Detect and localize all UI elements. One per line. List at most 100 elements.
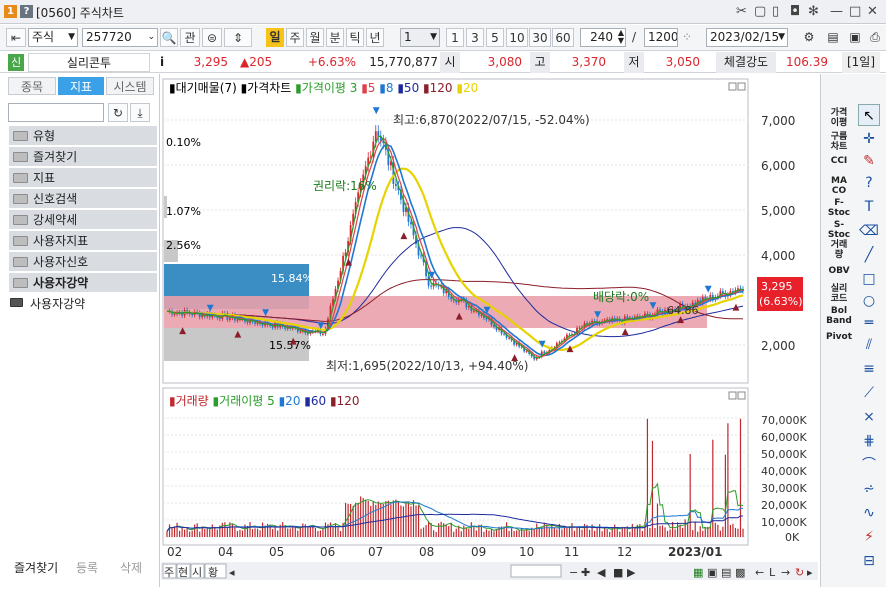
square-tool-icon[interactable]: □	[858, 268, 880, 290]
search-icon[interactable]: 🔍	[160, 28, 178, 47]
bottom-btn-market[interactable]: 시	[192, 566, 202, 579]
close-icon[interactable]: ✕	[867, 4, 878, 19]
preset-3[interactable]: 3	[466, 28, 484, 47]
trendline-icon[interactable]: ╱	[858, 244, 880, 266]
market-select[interactable]: 주식 ▼	[28, 28, 78, 47]
tree-item-signal-search[interactable]: 신호검색	[9, 189, 157, 209]
tree-item-user-signals[interactable]: 사용자신호	[9, 252, 157, 272]
tab-system[interactable]: 시스템	[106, 77, 154, 95]
refresh-icon[interactable]: ↻	[108, 103, 128, 122]
chart-area[interactable]: 0.10% 1.07% 2.56% 15.84% 15.57% ▲ ▼ ▲ ▼ ▲ ▼ ▲ ▼…	[161, 74, 818, 587]
tab-indicators[interactable]: 지표	[58, 77, 104, 95]
chart-scrollbar[interactable]	[161, 562, 818, 580]
btn-silicode[interactable]: 실리 코드	[825, 284, 853, 304]
table-icon[interactable]: ▤	[721, 566, 731, 579]
print-icon[interactable]: ⎙	[866, 28, 884, 47]
minimize-icon[interactable]: —	[830, 4, 843, 19]
scissors-icon[interactable]: ✂	[736, 4, 747, 19]
arrow-left-icon[interactable]: ←	[755, 566, 764, 579]
preset-10[interactable]: 10	[506, 28, 528, 47]
auto-icon[interactable]: ⚡	[858, 526, 880, 548]
circle-tool-icon[interactable]: ○	[858, 290, 880, 312]
btn-cloud-chart[interactable]: 구름 차트	[825, 132, 853, 152]
fibonacci-icon[interactable]: ≡	[858, 358, 880, 380]
sync-icon[interactable]: ⊜	[202, 28, 222, 47]
scroll-left-icon[interactable]: ◂	[229, 566, 235, 579]
legend-item[interactable]: ▮가격차트	[237, 81, 292, 95]
zoom-in-icon[interactable]: ✚	[581, 566, 590, 579]
stop-icon[interactable]: ■	[613, 566, 623, 579]
tree-item-strength[interactable]: 강세약세	[9, 210, 157, 230]
cursor-icon[interactable]: ↖	[858, 104, 880, 126]
period-tick[interactable]: 틱	[346, 28, 364, 47]
wave-icon[interactable]: ∿	[858, 502, 880, 524]
related-button[interactable]: 관	[180, 28, 200, 47]
help-icon[interactable]: ?	[20, 5, 33, 18]
btn-maco[interactable]: MA CO	[825, 176, 853, 196]
btn-volume[interactable]: 거래 량	[825, 240, 853, 260]
save-icon[interactable]: ▣	[707, 566, 717, 579]
image-icon[interactable]: ▩	[735, 566, 745, 579]
legend-item[interactable]: ▮대기매물(7)	[169, 81, 237, 95]
period-day[interactable]: 일	[266, 28, 284, 47]
arc-icon[interactable]: ⌒	[858, 454, 880, 476]
hline-icon[interactable]: ═	[858, 312, 880, 334]
bottom-tab-favorites[interactable]: 즐겨찾기	[14, 560, 58, 576]
legend-item[interactable]: ▮120	[419, 81, 452, 95]
gear-icon[interactable]: ✻	[808, 4, 819, 19]
save-icon[interactable]: ▯	[772, 4, 779, 19]
layout-icon[interactable]: ▤	[824, 28, 842, 47]
code-input[interactable]: 257720 ⌄	[82, 28, 158, 47]
regression-icon[interactable]: ⩫	[858, 478, 880, 500]
legend-item[interactable]: ▮8	[375, 81, 393, 95]
play-next-icon[interactable]: ▶	[627, 566, 636, 579]
crosshair-icon[interactable]: ✛	[858, 128, 880, 150]
tab-stocks[interactable]: 종목	[8, 77, 56, 95]
excel-icon[interactable]: ▦	[693, 566, 703, 579]
chart-settings-icon[interactable]: ⚙	[800, 28, 818, 47]
tree-item-user-strength[interactable]: 사용자강약	[9, 273, 157, 293]
btn-s-stoc[interactable]: S- Stoc	[825, 220, 853, 240]
tree-item-type[interactable]: 유형	[9, 126, 157, 146]
zoom-slider[interactable]	[510, 564, 562, 578]
gann-icon[interactable]: ⨯	[858, 406, 880, 428]
period-minute[interactable]: 분	[326, 28, 344, 47]
reset-icon[interactable]: ↻	[795, 566, 804, 579]
btn-price-ma[interactable]: 가격 이평	[825, 108, 853, 128]
arrow-left-icon[interactable]: ⇤	[6, 28, 26, 47]
period-month[interactable]: 월	[306, 28, 324, 47]
copy-icon[interactable]: ▢	[754, 4, 766, 19]
interval-select[interactable]: 1 ▼	[400, 28, 440, 47]
bottom-tab-register[interactable]: 등록	[76, 560, 98, 576]
legend-item[interactable]: ▮거래량	[169, 394, 209, 408]
legend-item[interactable]: ▮가격이평 3	[291, 81, 357, 95]
zoom-out-icon[interactable]: −	[569, 566, 578, 579]
download-icon[interactable]: ⤓	[130, 103, 150, 122]
btn-obv[interactable]: OBV	[825, 266, 853, 276]
stepper-icon[interactable]: ⇕	[224, 28, 252, 47]
bottom-btn-status[interactable]: 황	[208, 566, 218, 579]
text-tool-icon[interactable]: T	[858, 196, 880, 218]
btn-bollinger[interactable]: Bol Band	[825, 306, 853, 326]
tree-item-favorites[interactable]: 즐겨찾기	[9, 147, 157, 167]
play-prev-icon[interactable]: ◀	[597, 566, 606, 579]
info-icon[interactable]: i	[156, 52, 168, 73]
grid-tool-icon[interactable]: ⋕	[858, 430, 880, 452]
legend-item[interactable]: ▮120	[326, 394, 359, 408]
preset-1[interactable]: 1	[446, 28, 464, 47]
bottom-tab-delete[interactable]: 삭제	[120, 560, 142, 576]
legend-item[interactable]: ▮20	[453, 81, 479, 95]
grid-icon[interactable]: ⁘	[680, 28, 694, 47]
btn-f-stoc[interactable]: F- Stoc	[825, 198, 853, 218]
bottom-btn-current[interactable]: 현	[178, 566, 188, 579]
preset-60[interactable]: 60	[552, 28, 574, 47]
fan-icon[interactable]: ⟋	[858, 382, 880, 404]
tree-item-indicators[interactable]: 지표	[9, 168, 157, 188]
legend-item[interactable]: ▮5	[357, 81, 375, 95]
stock-name[interactable]: 실리콘투	[28, 53, 150, 72]
save-chart-icon[interactable]: ▣	[846, 28, 864, 47]
maximize-icon[interactable]: □	[849, 4, 861, 19]
bottom-btn-week[interactable]: 주	[164, 566, 174, 579]
line-tool-icon[interactable]: L	[769, 566, 776, 579]
btn-cci[interactable]: CCI	[825, 156, 853, 166]
